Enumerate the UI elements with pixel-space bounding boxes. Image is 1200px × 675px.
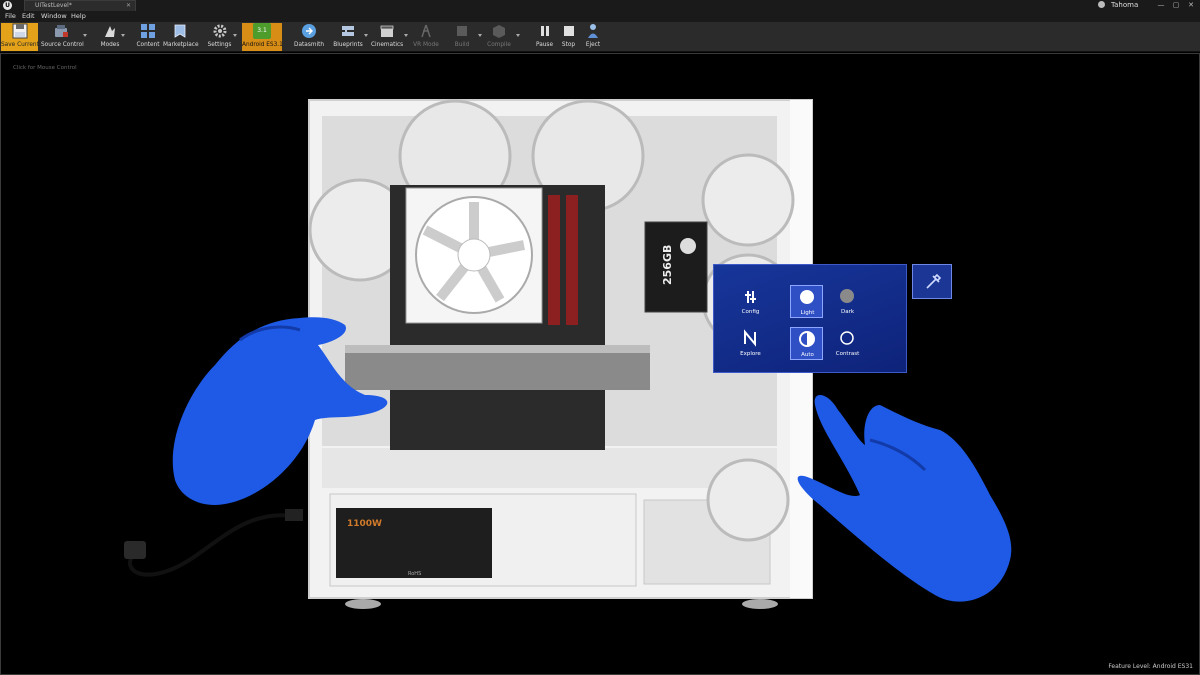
vr-menu-explore-label: Explore bbox=[740, 351, 761, 357]
graphics-card bbox=[345, 345, 650, 390]
auto-theme-icon bbox=[799, 331, 815, 347]
vr-theme-menu: Config Light Dark Explore Auto Contrast bbox=[713, 264, 907, 373]
ssd-label: 256GB bbox=[661, 245, 674, 285]
pin-icon bbox=[926, 273, 942, 289]
power-supply: 1100W RoHS bbox=[336, 508, 492, 578]
vr-menu-light[interactable]: Light bbox=[790, 285, 823, 318]
psu-label: 1100W bbox=[347, 519, 382, 529]
vr-pin-button[interactable] bbox=[912, 264, 952, 299]
vr-menu-dark-label: Dark bbox=[840, 309, 855, 315]
contrast-theme-icon bbox=[840, 331, 854, 345]
vr-menu-explore[interactable]: Explore bbox=[734, 327, 767, 360]
config-icon bbox=[745, 291, 756, 303]
vr-menu-contrast[interactable]: Contrast bbox=[831, 327, 864, 360]
vr-menu-config-label: Config bbox=[741, 309, 760, 315]
power-cable bbox=[124, 509, 303, 577]
vr-menu-light-label: Light bbox=[800, 310, 815, 316]
ssd-drive: 256GB bbox=[644, 221, 708, 313]
explore-icon bbox=[744, 329, 756, 347]
vr-scene: 256GB 1100W RoHS bbox=[124, 99, 1012, 609]
vr-menu-auto[interactable]: Auto bbox=[790, 327, 823, 360]
vr-menu-dark[interactable]: Dark bbox=[831, 285, 864, 318]
dark-theme-icon bbox=[840, 289, 854, 303]
psu-rohs-label: RoHS bbox=[408, 571, 421, 577]
vr-menu-auto-label: Auto bbox=[801, 352, 814, 358]
vr-menu-contrast-label: Contrast bbox=[835, 351, 860, 357]
light-theme-icon bbox=[800, 290, 814, 304]
right-hand bbox=[797, 394, 1012, 602]
vr-menu-config[interactable]: Config bbox=[734, 285, 767, 318]
cpu-cooler bbox=[405, 187, 543, 324]
